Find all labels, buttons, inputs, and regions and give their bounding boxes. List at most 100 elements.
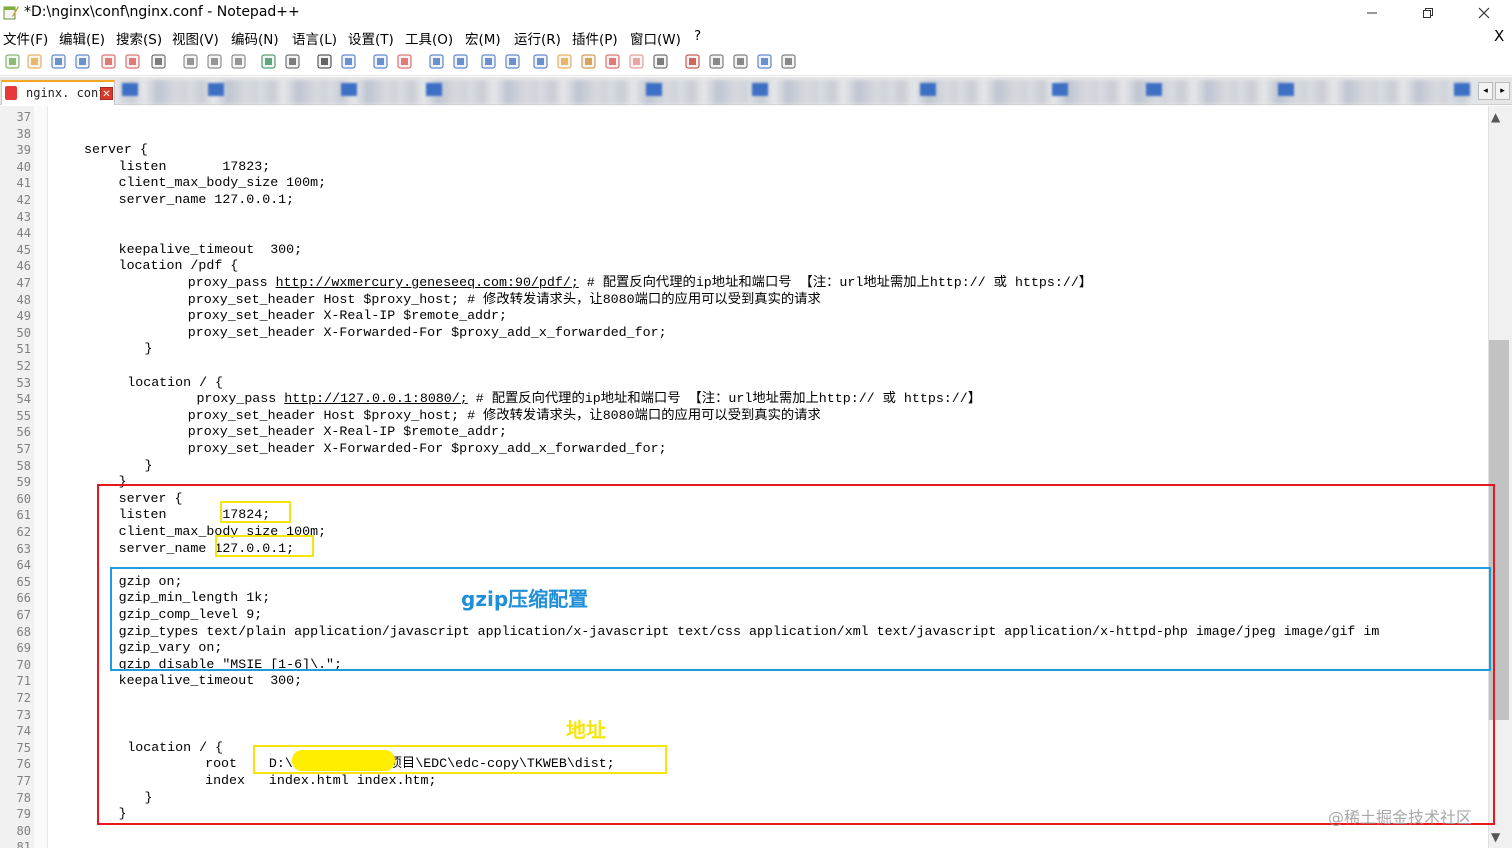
line-number: 72 (16, 691, 31, 705)
copy-icon[interactable] (206, 53, 223, 70)
zoom-out-icon[interactable] (396, 53, 413, 70)
monitoring-icon[interactable] (652, 53, 669, 70)
menu-plugins[interactable]: 插件(P) (572, 28, 618, 48)
doc-map-icon[interactable] (580, 53, 597, 70)
line-number: 60 (16, 491, 31, 506)
new-file-icon[interactable] (4, 53, 21, 70)
code-text: location /pdf { (118, 258, 239, 274)
code-line: proxy_set_header Host $proxy_host; # 修改转… (188, 408, 821, 425)
menu-settings[interactable]: 设置(T) (348, 28, 394, 48)
blurred-tab-icon (1278, 83, 1294, 96)
tab-nginx-conf[interactable]: nginx. conf ✕ (1, 80, 115, 105)
line-number: 58 (16, 458, 31, 473)
line-number: 70 (16, 657, 31, 672)
cut-icon[interactable] (182, 53, 199, 70)
menu-help[interactable]: ? (694, 28, 701, 44)
code-line: location /pdf { (119, 258, 239, 275)
code-url-link[interactable]: http://127.0.0.1:8080/; (284, 391, 468, 406)
save-macro-icon[interactable] (780, 53, 797, 70)
code-text: proxy_set_header X-Forwarded-For $proxy_… (187, 324, 667, 340)
menu-edit[interactable]: 编辑(E) (59, 28, 105, 48)
line-number: 71 (16, 674, 31, 689)
menu-view[interactable]: 视图(V) (172, 28, 219, 48)
run-macro-multiple-icon[interactable] (756, 53, 773, 70)
stop-record-icon[interactable] (708, 53, 725, 70)
blurred-tab-icon (1052, 83, 1068, 96)
menu-language[interactable]: 语言(L) (292, 28, 337, 48)
print-icon[interactable] (150, 53, 167, 70)
udl-icon[interactable] (556, 53, 573, 70)
blurred-tab-icon (752, 83, 768, 96)
tab-scroll-buttons: ◂ ▸ (1478, 82, 1510, 100)
code-comment: # 配置反向代理的ip地址和端口号 【注：url地址需加上http:// 或 h… (467, 391, 982, 407)
save-all-icon[interactable] (74, 53, 91, 70)
close-all-icon[interactable] (124, 53, 141, 70)
listen-port-highlight-box (220, 501, 291, 523)
save-icon[interactable] (50, 53, 67, 70)
blurred-tab-icon (1454, 83, 1470, 96)
line-number: 38 (16, 126, 31, 141)
line-number: 44 (16, 226, 31, 241)
find-icon[interactable] (316, 53, 333, 70)
close-window-button[interactable] (1456, 0, 1512, 26)
code-line: server_name 127.0.0.1; (119, 192, 295, 209)
line-number: 40 (16, 159, 31, 174)
menu-run[interactable]: 运行(R) (514, 28, 561, 48)
unsaved-file-icon (5, 86, 17, 100)
line-number: 68 (16, 624, 31, 639)
scroll-up-arrow-icon[interactable]: ▲ (1491, 110, 1500, 124)
tab-scroll-left-button[interactable]: ◂ (1478, 82, 1493, 100)
code-text: listen 17823; (118, 158, 271, 174)
indent-guide-icon[interactable] (532, 53, 549, 70)
undo-icon[interactable] (260, 53, 277, 70)
line-number: 48 (16, 292, 31, 307)
record-macro-icon[interactable] (684, 53, 701, 70)
line-number: 57 (16, 442, 31, 456)
menu-encoding[interactable]: 编码(N) (231, 28, 279, 48)
replace-icon[interactable] (340, 53, 357, 70)
toolbar (0, 48, 1512, 76)
menu-window[interactable]: 窗口(W) (630, 28, 681, 48)
code-line: proxy_set_header X-Forwarded-For $proxy_… (188, 441, 667, 458)
line-number: 56 (16, 425, 31, 440)
menu-file[interactable]: 文件(F) (3, 28, 48, 48)
show-all-chars-icon[interactable] (504, 53, 521, 70)
code-line: proxy_set_header X-Real-IP $remote_addr; (188, 424, 507, 441)
sync-vertical-icon[interactable] (428, 53, 445, 70)
scroll-down-arrow-icon[interactable]: ▼ (1491, 830, 1500, 844)
line-number: 52 (16, 359, 31, 373)
function-list-icon[interactable] (604, 53, 621, 70)
line-number: 79 (16, 807, 31, 822)
line-number: 61 (16, 508, 31, 523)
code-line: proxy_pass http://wxmercury.geneseeq.com… (188, 275, 1092, 292)
code-text: } (144, 341, 153, 357)
folder-workspace-icon[interactable] (628, 53, 645, 70)
open-file-icon[interactable] (26, 53, 43, 70)
code-line: proxy_pass http://127.0.0.1:8080/; # 配置反… (196, 391, 981, 408)
redo-icon[interactable] (284, 53, 301, 70)
address-annotation-label: 地址 (566, 718, 606, 742)
menu-search[interactable]: 搜索(S) (116, 28, 162, 48)
line-number: 67 (16, 608, 31, 622)
minimize-button[interactable] (1344, 0, 1400, 26)
code-url-link[interactable]: http://wxmercury.geneseeq.com:90/pdf/; (276, 275, 579, 290)
close-file-icon[interactable] (100, 53, 117, 70)
tab-scroll-right-button[interactable]: ▸ (1495, 82, 1510, 100)
line-number: 45 (16, 242, 31, 257)
paste-icon[interactable] (230, 53, 247, 70)
word-wrap-icon[interactable] (480, 53, 497, 70)
tab-close-icon[interactable]: ✕ (100, 87, 113, 100)
sync-horizontal-icon[interactable] (452, 53, 469, 70)
close-document-button[interactable]: X (1494, 27, 1504, 45)
line-number: 59 (16, 475, 31, 490)
blurred-tab-icon (920, 83, 936, 96)
blurred-tab-icon (1146, 83, 1162, 96)
restore-button[interactable] (1400, 0, 1456, 26)
play-macro-icon[interactable] (732, 53, 749, 70)
zoom-in-icon[interactable] (372, 53, 389, 70)
menu-macro[interactable]: 宏(M) (465, 28, 501, 48)
code-text: location / { (127, 374, 224, 390)
code-line: proxy_set_header X-Real-IP $remote_addr; (188, 308, 507, 325)
code-text: proxy_set_header X-Real-IP $remote_addr; (187, 308, 507, 324)
menu-tools[interactable]: 工具(O) (405, 28, 453, 48)
